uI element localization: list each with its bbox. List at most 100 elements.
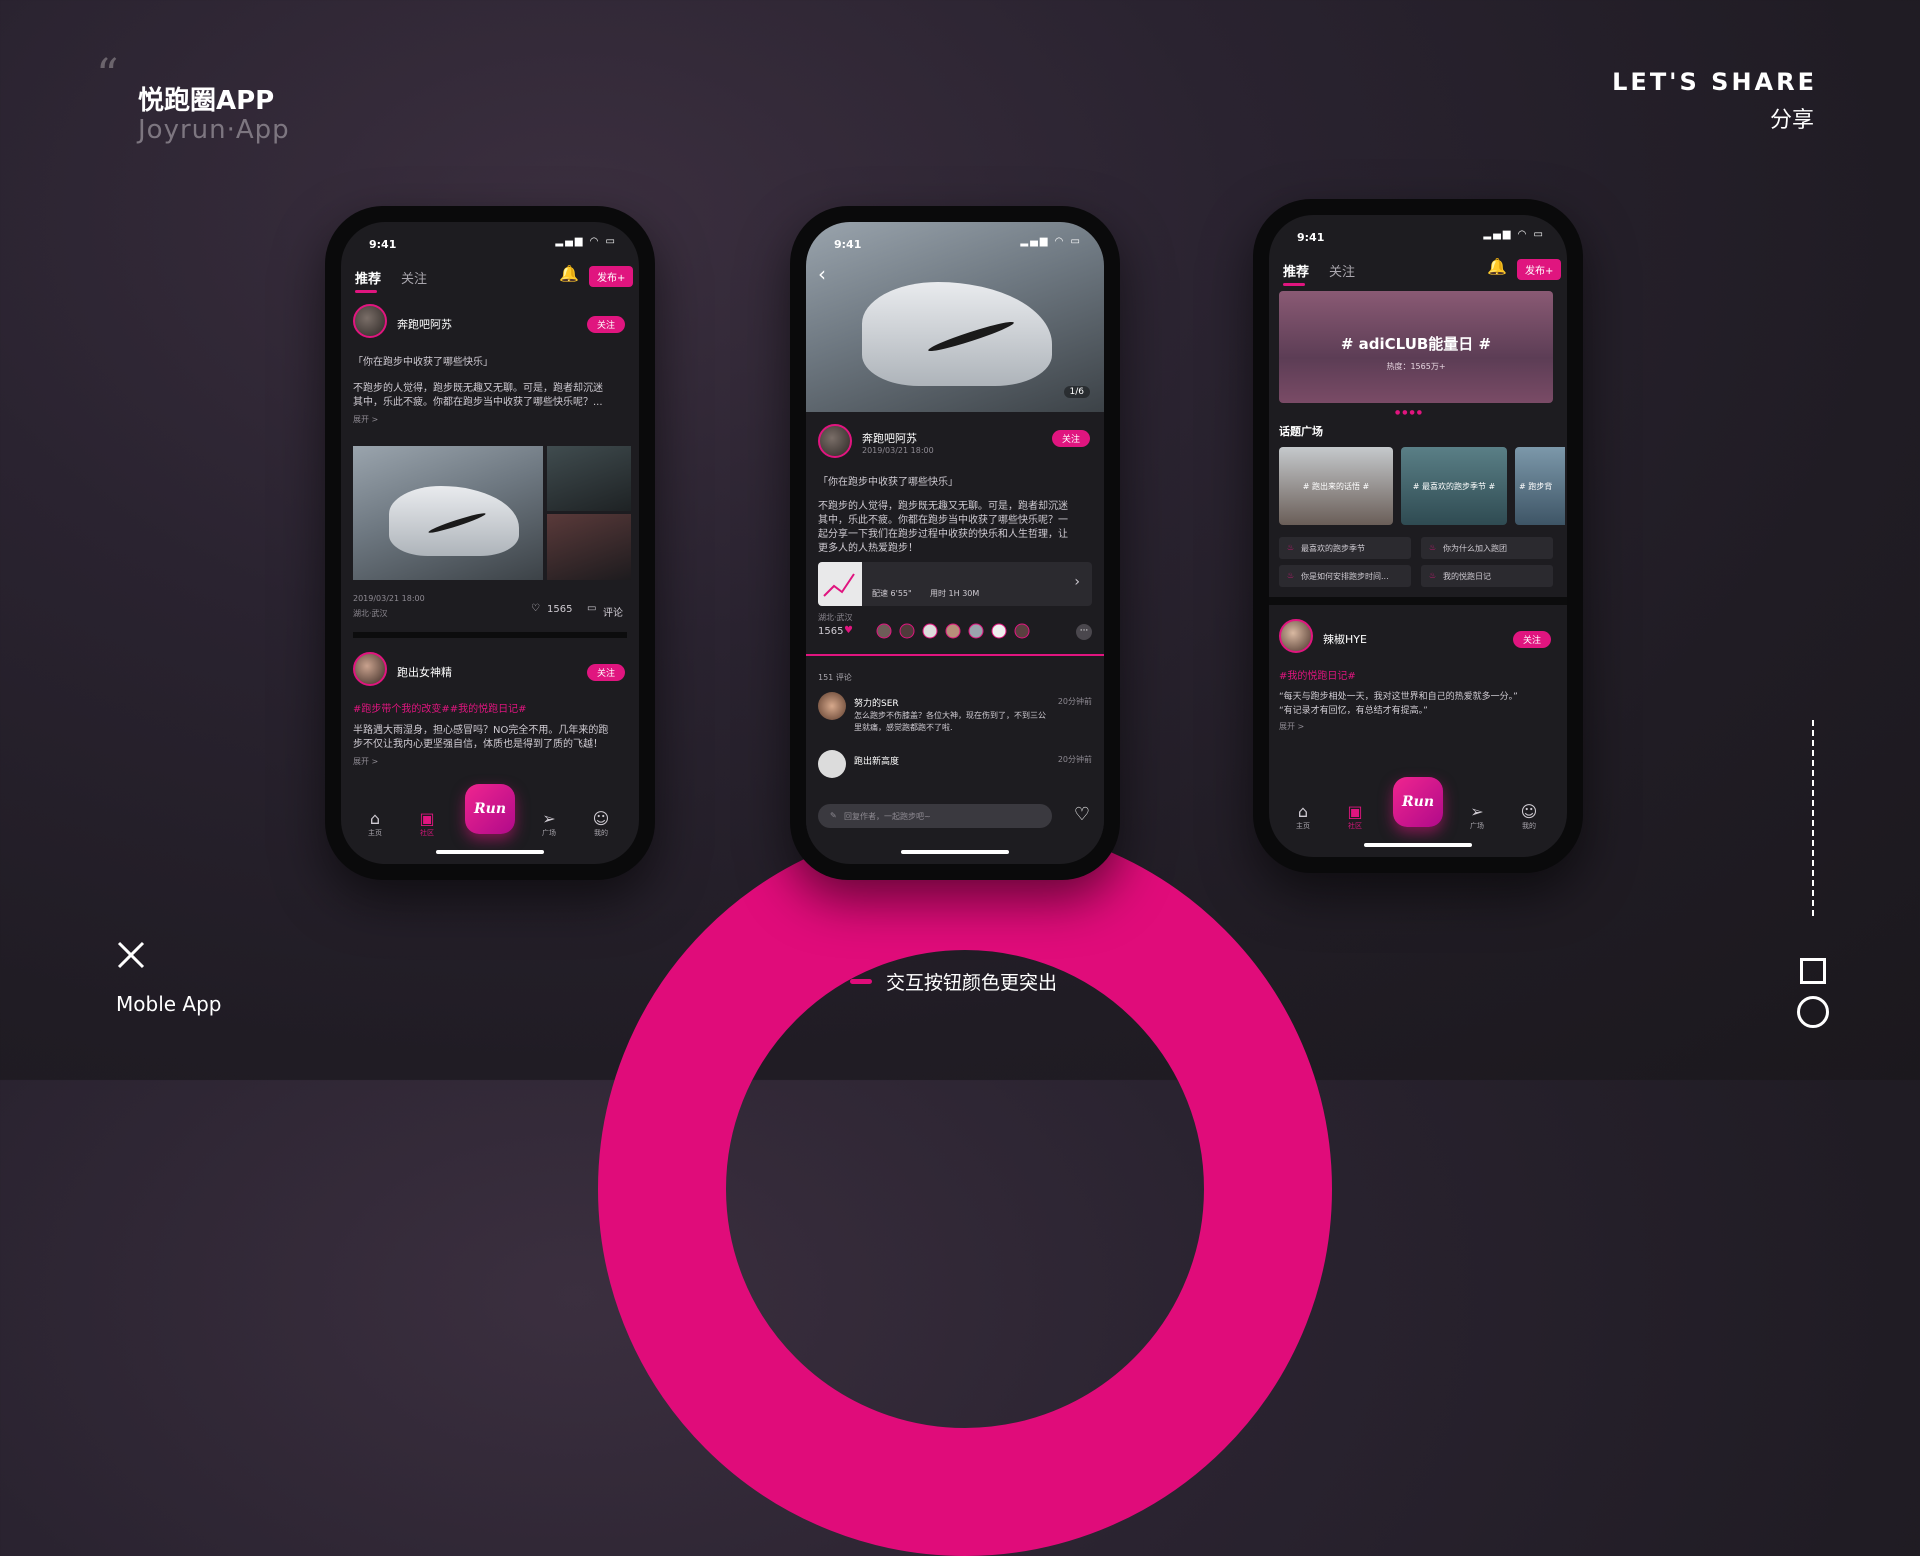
nav-square[interactable]: ➢ 广场 (1457, 802, 1497, 831)
phone-post-detail: 9:41 ▂▄▆ ◠ ▭ ‹ 1/6 奔跑吧阿苏 2019/03/21 18:0… (790, 206, 1120, 880)
more-icon[interactable]: ··· (1076, 624, 1092, 640)
avatar[interactable] (818, 750, 846, 778)
run-button[interactable]: Run (465, 784, 515, 834)
run-button[interactable]: Run (1393, 777, 1443, 827)
expand-link[interactable]: 展开 > (353, 756, 378, 767)
share-subheading: 分享 (1769, 108, 1814, 133)
post-divider (353, 632, 627, 638)
avatar[interactable] (818, 424, 852, 458)
publish-button[interactable]: 发布+ (589, 266, 634, 287)
tab-follow[interactable]: 关注 (401, 272, 427, 287)
avatar[interactable] (353, 652, 387, 686)
post-photo-main[interactable] (353, 446, 543, 580)
nav-community[interactable]: ▣ 社区 (407, 809, 447, 838)
post-body-line1: 不跑步的人觉得，跑步既无趣又无聊。可是，跑者却沉迷 (818, 501, 1068, 512)
home-icon: ⌂ (1297, 802, 1309, 821)
reply-input[interactable]: ✎ 回复作者，一起跑步吧~ (818, 804, 1052, 828)
comment-icon[interactable]: ▭ (587, 603, 596, 614)
dashed-divider (1812, 720, 1814, 916)
home-indicator (1364, 843, 1472, 847)
nav-community[interactable]: ▣ 社区 (1335, 802, 1375, 831)
post-username[interactable]: 辣椒HYE (1323, 631, 1367, 647)
post-body-line1: 不跑步的人觉得，跑步既无趣又无聊。可是，跑者却沉迷 (353, 383, 603, 394)
caption-text: 交互按钮颜色更突出 (886, 972, 1058, 994)
follow-button[interactable]: 关注 (1513, 631, 1552, 648)
banner-title: # adiCLUB能量日 # (1340, 335, 1492, 353)
status-time: 9:41 (1297, 231, 1325, 244)
post-username[interactable]: 奔跑吧阿苏 (397, 316, 452, 332)
phone-community-feed: 9:41 ▂▄▆ ◠ ▭ 推荐 关注 🔔 发布+ 奔跑吧阿苏 关注 「你在跑步中收… (325, 206, 655, 880)
topic-chip[interactable]: ♨ 最喜欢的跑步季节 (1279, 537, 1411, 559)
flame-icon: ♨ (1429, 543, 1437, 552)
send-icon: ➢ (1470, 802, 1484, 821)
post-date: 2019/03/21 18:00 (353, 594, 425, 603)
status-icons: ▂▄▆ ◠ ▭ (555, 236, 617, 247)
home-indicator (436, 850, 544, 854)
post-body-line2: 其中，乐此不疲。你都在跑步当中收获了哪些快乐呢？一 (818, 515, 1068, 526)
brand-label: Moble App (116, 992, 222, 1016)
user-icon: ☺ (1520, 802, 1538, 821)
nav-profile[interactable]: ☺ 我的 (581, 809, 621, 838)
topic-card[interactable]: # 最喜欢的跑步季节 # (1401, 447, 1507, 525)
comment-label[interactable]: 评论 (603, 604, 623, 619)
post-photo-3[interactable] (547, 514, 631, 580)
topic-card[interactable]: # 跑出来的话悟 # (1279, 447, 1393, 525)
status-time: 9:41 (369, 238, 397, 251)
back-icon[interactable]: ‹ (818, 262, 826, 286)
chat-icon: ▣ (419, 809, 435, 828)
topic-chip[interactable]: ♨ 你是如何安排跑步时间... (1279, 565, 1411, 587)
follow-button[interactable]: 关注 (587, 664, 626, 681)
run-record-card[interactable]: 配速 6'55" 用时 1H 30M › (818, 562, 1092, 606)
comment-time: 20分钟前 (1057, 755, 1092, 764)
tab-recommend[interactable]: 推荐 (1283, 265, 1309, 280)
topic-chip[interactable]: ♨ 你为什么加入跑团 (1421, 537, 1553, 559)
liker-avatars[interactable] (876, 622, 1052, 640)
post-username[interactable]: 跑出女神精 (397, 664, 452, 680)
tab-follow[interactable]: 关注 (1329, 265, 1355, 280)
topic-chip[interactable]: ♨ 我的悦跑日记 (1421, 565, 1553, 587)
avatar[interactable] (818, 692, 846, 720)
feed-tabs: 推荐 关注 (1283, 261, 1355, 280)
like-count: 1565 (547, 604, 573, 615)
comment-text-line1: 怎么跑步不伤膝盖？各位大神，现在伤到了，不到三公 (854, 711, 1046, 720)
chevron-right-icon: › (1074, 574, 1080, 590)
section-title: 话题广场 (1279, 425, 1323, 438)
post-tag[interactable]: #我的悦跑日记# (1279, 667, 1356, 682)
avatar[interactable] (1279, 619, 1313, 653)
bottom-navbar: ⌂ 主页 ▣ 社区 Run ➢ 广场 ☺ 我的 (341, 784, 639, 838)
nav-profile[interactable]: ☺ 我的 (1509, 802, 1549, 831)
post-tags[interactable]: #跑步带个我的改变##我的悦跑日记# (353, 700, 527, 715)
send-icon: ➢ (542, 809, 556, 828)
topic-card-title: # 跑出来的话悟 # (1302, 482, 1370, 491)
bell-icon[interactable]: 🔔 (1487, 257, 1507, 276)
pace-value: 配速 6'55" (872, 589, 912, 598)
status-icons: ▂▄▆ ◠ ▭ (1483, 229, 1545, 240)
post-photo-2[interactable] (547, 446, 631, 511)
nav-home[interactable]: ⌂ 主页 (1283, 802, 1323, 831)
expand-link[interactable]: 展开 > (1279, 721, 1304, 732)
phone-screen: 9:41 ▂▄▆ ◠ ▭ ‹ 1/6 奔跑吧阿苏 2019/03/21 18:0… (806, 222, 1104, 864)
tab-recommend[interactable]: 推荐 (355, 272, 381, 287)
follow-button[interactable]: 关注 (587, 316, 626, 333)
topic-card[interactable]: # 跑步背 (1515, 447, 1565, 525)
tab-indicator (1283, 283, 1305, 286)
nav-square[interactable]: ➢ 广场 (529, 809, 569, 838)
publish-button[interactable]: 发布+ (1517, 259, 1562, 280)
heart-outline-icon[interactable]: ♡ (1074, 804, 1090, 825)
comment-username[interactable]: 努力的SER (854, 696, 899, 709)
nav-home[interactable]: ⌂ 主页 (355, 809, 395, 838)
follow-button[interactable]: 关注 (1052, 430, 1091, 447)
comment-username[interactable]: 跑出新高度 (854, 754, 899, 767)
post-username[interactable]: 奔跑吧阿苏 (862, 430, 917, 446)
reply-bar: ✎ 回复作者，一起跑步吧~ ♡ (806, 794, 1104, 838)
like-icon[interactable]: ♡ (531, 603, 540, 614)
event-banner[interactable]: # adiCLUB能量日 # 热度：1565万+ (1279, 291, 1553, 403)
post-location: 湖北·武汉 (818, 613, 853, 622)
avatar[interactable] (353, 304, 387, 338)
heart-icon[interactable]: ♥ (844, 625, 853, 636)
bell-icon[interactable]: 🔔 (559, 264, 579, 283)
comment-text-line2: 里就痛，感觉跑都跑不了啦. (854, 723, 953, 732)
expand-link[interactable]: 展开 > (353, 414, 378, 425)
post-topic: 「你在跑步中收获了哪些快乐」 (818, 477, 958, 488)
close-icon[interactable] (116, 940, 146, 970)
